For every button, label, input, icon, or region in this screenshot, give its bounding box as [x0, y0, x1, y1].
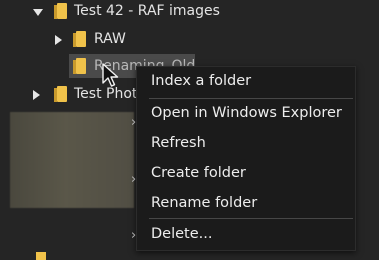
folder-icon — [73, 31, 86, 47]
tree-item-raw[interactable]: RAW — [94, 31, 126, 47]
menu-separator — [149, 98, 353, 99]
folder-icon — [54, 86, 67, 102]
image-thumbnail — [10, 112, 134, 208]
menu-item-rename-folder[interactable]: Rename folder — [151, 195, 257, 211]
folder-icon — [54, 3, 67, 19]
folder-icon — [36, 252, 46, 260]
menu-item-open-explorer[interactable]: Open in Windows Explorer — [151, 105, 342, 121]
expand-triangle-icon[interactable] — [33, 90, 40, 100]
mouse-cursor-icon — [102, 63, 119, 87]
expand-triangle-icon[interactable] — [55, 35, 62, 45]
collapse-triangle-icon[interactable] — [33, 9, 43, 16]
menu-item-delete[interactable]: Delete... — [151, 226, 212, 242]
context-menu: Index a folder Open in Windows Explorer … — [136, 66, 356, 251]
menu-item-create-folder[interactable]: Create folder — [151, 165, 246, 181]
tree-item-test42[interactable]: Test 42 - RAF images — [74, 3, 220, 19]
menu-item-index-folder[interactable]: Index a folder — [151, 73, 251, 89]
menu-separator — [149, 218, 353, 219]
menu-item-refresh[interactable]: Refresh — [151, 135, 206, 151]
folder-icon — [73, 58, 86, 74]
